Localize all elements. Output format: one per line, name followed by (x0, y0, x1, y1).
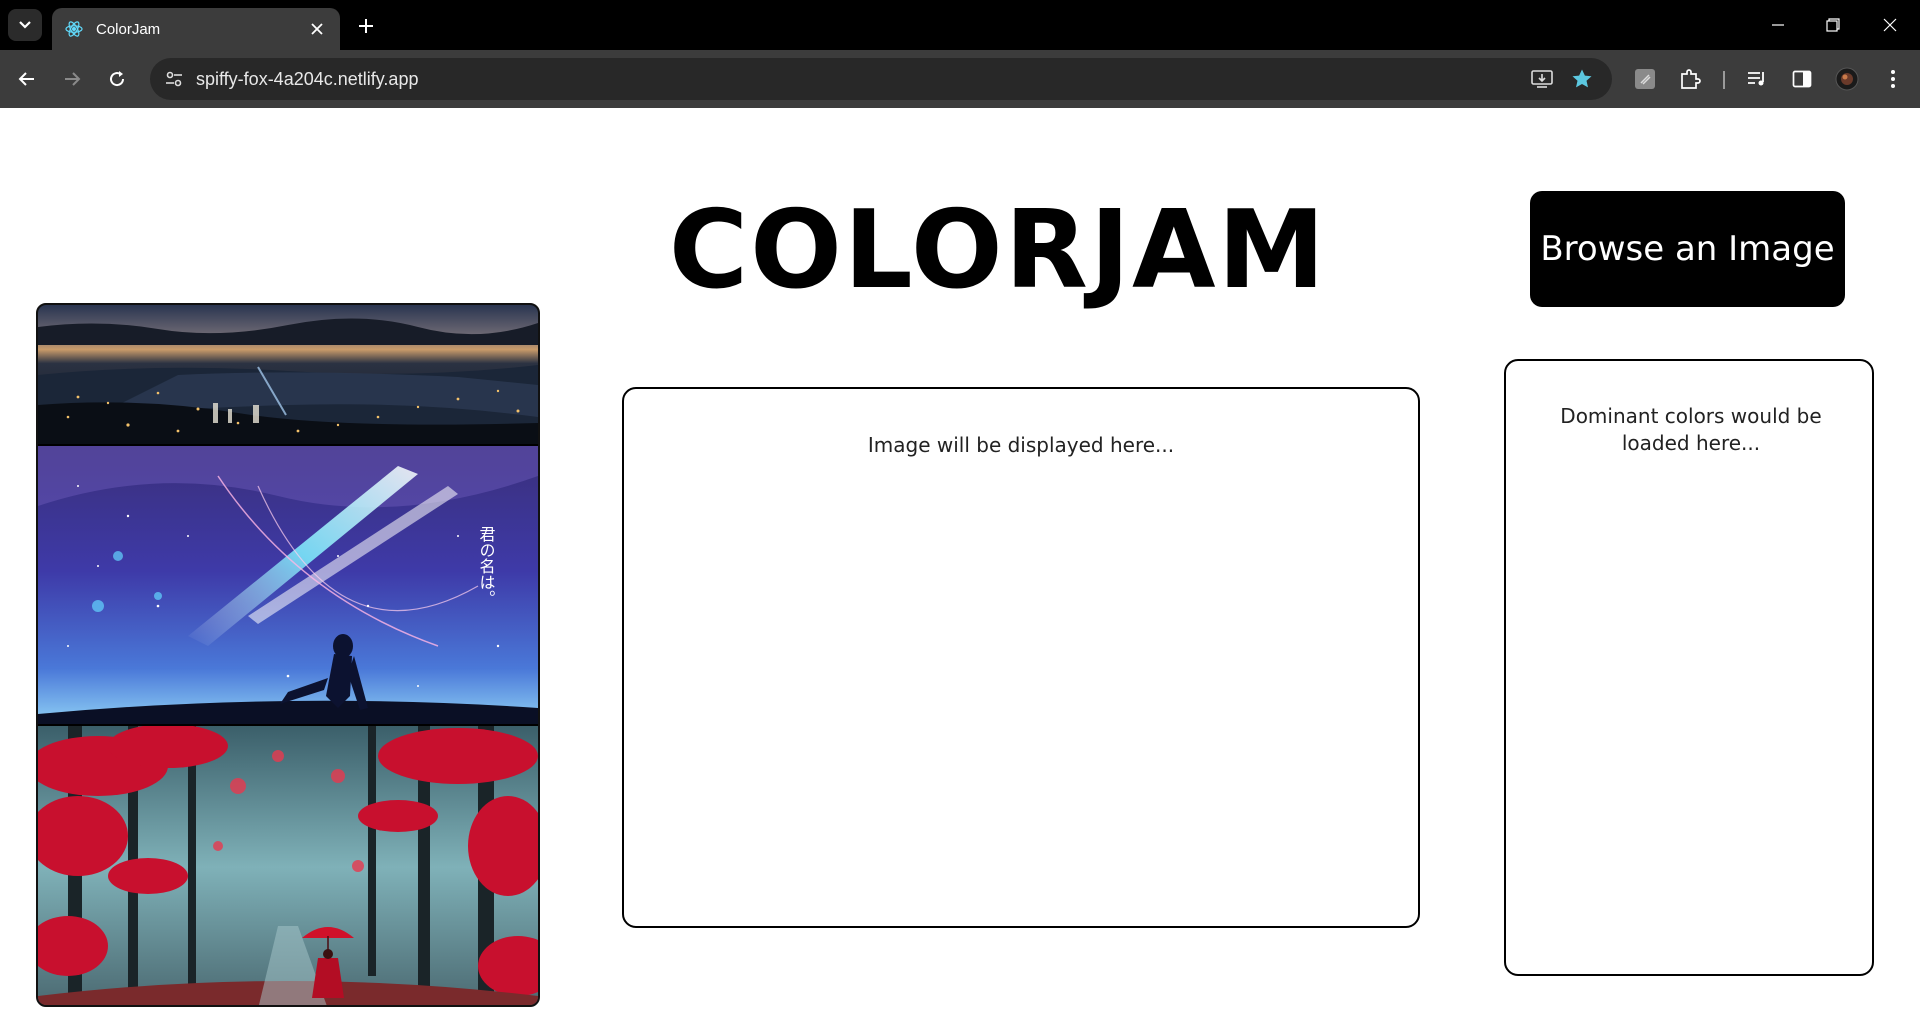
puzzle-icon (1681, 69, 1701, 89)
media-controls-button[interactable] (1743, 65, 1771, 93)
dominant-colors-panel: Dominant colors would be loaded here... (1504, 359, 1874, 976)
tune-icon (166, 71, 182, 87)
browse-image-button[interactable]: Browse an Image (1530, 191, 1845, 307)
playlist-icon (1748, 72, 1764, 86)
image-display-area: Image will be displayed here... (622, 387, 1420, 928)
restore-button[interactable] (1813, 8, 1853, 42)
close-window-button[interactable] (1870, 8, 1910, 42)
sample-image-red-forest[interactable] (38, 726, 538, 1007)
close-icon (311, 23, 323, 35)
overlay-kanji-text: 君の名は。 (477, 526, 496, 606)
back-button[interactable] (11, 63, 43, 95)
bookmark-star-button[interactable] (1570, 67, 1594, 91)
close-icon (1883, 18, 1897, 32)
install-app-button[interactable] (1530, 67, 1554, 91)
install-icon (1531, 70, 1553, 88)
colors-placeholder-text: Dominant colors would be loaded here... (1560, 404, 1822, 455)
star-icon (1572, 69, 1592, 88)
tab-close-button[interactable] (306, 18, 328, 40)
minimize-button[interactable] (1758, 8, 1798, 42)
side-panel-button[interactable] (1788, 65, 1816, 93)
image-placeholder-text: Image will be displayed here... (867, 433, 1175, 457)
tab-strip: ColorJam (0, 0, 1920, 50)
tab-colorjam[interactable]: ColorJam (52, 8, 340, 50)
plus-icon (359, 19, 373, 33)
sample-image-gallery: 君の名は。 (36, 303, 540, 1007)
react-logo-icon (65, 21, 83, 37)
minimize-icon (1772, 24, 1784, 26)
more-vertical-icon (1891, 70, 1895, 88)
browser-menu-button[interactable] (1879, 65, 1907, 93)
new-tab-button[interactable] (352, 12, 380, 40)
tab-search-button[interactable] (8, 9, 42, 41)
reload-icon (110, 71, 125, 87)
reload-button[interactable] (101, 63, 133, 95)
page-title: COLORJAM (668, 187, 1328, 313)
extensions-button[interactable] (1676, 65, 1704, 93)
site-info-button[interactable] (162, 67, 186, 91)
tab-title: ColorJam (96, 20, 161, 38)
extension-button[interactable] (1631, 65, 1659, 93)
extension-app-icon (1635, 69, 1655, 89)
avatar (1835, 67, 1859, 91)
page-content: COLORJAM Browse an Image 君の名は。 Image wil… (0, 108, 1920, 1028)
arrow-right-icon (65, 72, 81, 86)
side-panel-icon (1792, 70, 1812, 88)
sample-image-starry-sky[interactable]: 君の名は。 (38, 446, 538, 724)
url-text[interactable]: spiffy-fox-4a204c.netlify.app (196, 69, 418, 90)
sample-image-night-city[interactable] (38, 305, 538, 444)
forward-button[interactable] (56, 63, 88, 95)
restore-icon (1826, 18, 1840, 32)
toolbar-separator (1723, 71, 1725, 89)
profile-button[interactable] (1833, 65, 1861, 93)
chevron-down-icon (19, 21, 31, 29)
browser-toolbar: spiffy-fox-4a204c.netlify.app (0, 50, 1920, 108)
address-bar[interactable]: spiffy-fox-4a204c.netlify.app (150, 58, 1612, 100)
arrow-left-icon (18, 72, 34, 86)
